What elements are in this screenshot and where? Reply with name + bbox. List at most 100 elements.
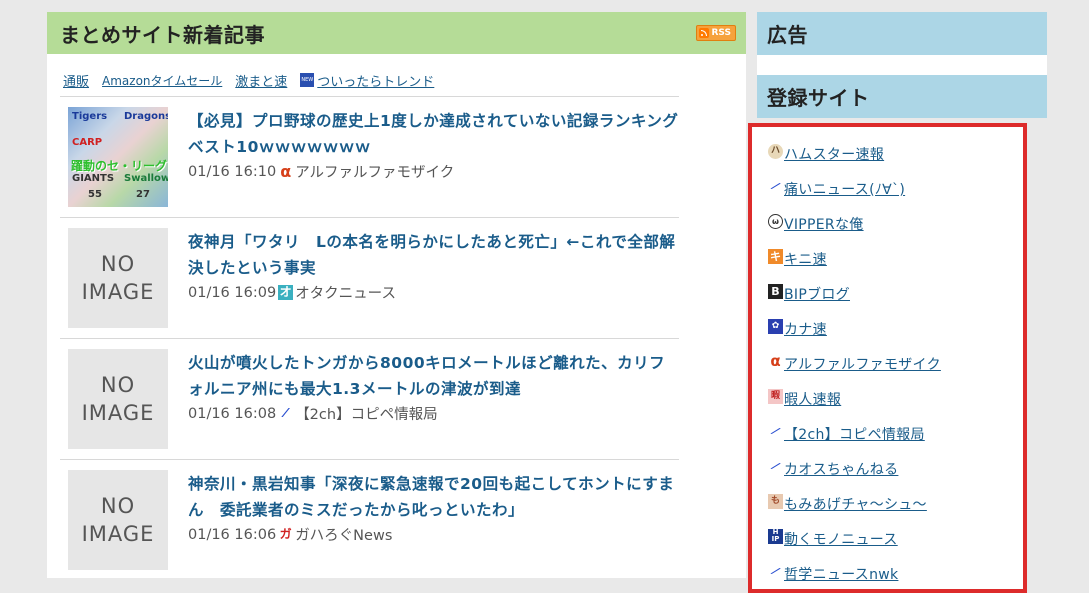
thumb-text: GIANTS — [72, 173, 115, 184]
site-item-kinisoku: キ キニ速 — [768, 249, 1023, 284]
noimage-text: NO — [100, 252, 136, 276]
registered-sites-box: ハ ハムスター速報 ⁄ 痛いニュース(ﾉ∀`) ω VIPPERな俺 キ キニ速… — [748, 123, 1027, 593]
article-meta: 01/16 16:09 オ オタクニュース — [188, 282, 679, 303]
kini-icon: キ — [768, 249, 783, 264]
site-link[interactable]: アルファルファモザイク — [784, 354, 941, 374]
thumb-text: 27 — [136, 189, 150, 200]
hamster-icon: ハ — [768, 144, 783, 159]
alpha-icon: α — [280, 162, 292, 181]
site-item-vipper: ω VIPPERな俺 — [768, 214, 1023, 249]
site-item-copipe: ⁄ 【2ch】コピペ情報局 — [768, 424, 1023, 459]
ad-area — [757, 55, 1047, 75]
article-title[interactable]: 夜神月「ワタリ Lの本名を明らかにしたあと死亡」←これで全部解決したという事実 — [188, 229, 679, 281]
article-source[interactable]: 【2ch】コピペ情報局 — [295, 403, 437, 424]
link-twitter-trend[interactable]: ついったらトレンド — [317, 71, 434, 90]
article-title[interactable]: 神奈川・黒岩知事「深夜に緊急速報で20回も起こしてホントにすまん 委託業者のミス… — [188, 471, 679, 523]
article-body: 【必見】プロ野球の歴史上1度しか達成されていない記録ランキングベスト10ｗｗｗｗ… — [188, 107, 679, 217]
article-meta: 01/16 16:10 α アルファルファモザイク — [188, 161, 679, 182]
site-item-alfalfa: α アルファルファモザイク — [768, 354, 1023, 389]
link-tsuhan[interactable]: 通販 — [63, 71, 89, 90]
thumb-text: Dragons — [124, 111, 168, 122]
face-icon: ω — [768, 214, 783, 229]
article-date: 01/16 16:10 — [188, 163, 277, 180]
feather-icon: ⁄ — [772, 180, 779, 193]
momiage-icon: も — [768, 494, 783, 509]
site-link[interactable]: 【2ch】コピペ情報局 — [784, 424, 925, 444]
site-item-tetsugaku: ⁄ 哲学ニュースnwk — [768, 564, 1023, 589]
site-item-bip: B BIPブログ — [768, 284, 1023, 319]
site-link[interactable]: VIPPERな俺 — [784, 214, 864, 234]
site-link[interactable]: 暇人速報 — [784, 389, 841, 409]
otaku-news-icon: オ — [278, 285, 294, 300]
article-item: NO IMAGE 夜神月「ワタリ Lの本名を明らかにしたあと死亡」←これで全部解… — [60, 217, 679, 338]
site-link[interactable]: 動くモノニュース — [784, 529, 898, 549]
site-link[interactable]: キニ速 — [784, 249, 827, 269]
rss-icon — [698, 28, 709, 38]
link-gekimatosoku[interactable]: 激まと速 — [235, 71, 287, 90]
site-link[interactable]: 痛いニュース(ﾉ∀`) — [784, 179, 905, 199]
article-body: 神奈川・黒岩知事「深夜に緊急速報で20回も起こしてホントにすまん 委託業者のミス… — [188, 470, 679, 578]
no-image-thumbnail[interactable]: NO IMAGE — [68, 470, 168, 570]
article-date: 01/16 16:08 — [188, 405, 277, 422]
feather-icon: ⁄ — [772, 460, 779, 473]
thumb-caption: 躍動のセ・リーグ — [71, 159, 168, 173]
article-title[interactable]: 【必見】プロ野球の歴史上1度しか達成されていない記録ランキングベスト10ｗｗｗｗ… — [188, 108, 679, 160]
thumb-text: Tigers — [72, 111, 108, 122]
site-link[interactable]: カナ速 — [784, 319, 827, 339]
article-title[interactable]: 火山が噴火したトンガから8000キロメートルほど離れた、カリフォルニア州にも最大… — [188, 350, 679, 402]
site-link[interactable]: 哲学ニュースnwk — [784, 564, 898, 584]
site-item-hamster: ハ ハムスター速報 — [768, 144, 1023, 179]
article-date: 01/16 16:06 — [188, 526, 277, 543]
paw-icon: ✿ — [768, 319, 783, 334]
noimage-text: IMAGE — [81, 401, 155, 425]
alpha-icon: α — [770, 352, 781, 370]
article-date: 01/16 16:09 — [188, 284, 277, 301]
site-link[interactable]: BIPブログ — [784, 284, 850, 304]
article-meta: 01/16 16:06 ガ ガハろぐNews — [188, 524, 679, 545]
registered-sites-heading: 登録サイト — [757, 75, 1047, 118]
gaharog-icon: ガ — [279, 527, 292, 541]
link-amazon-timesale[interactable]: Amazonタイムセール — [102, 72, 222, 89]
article-source[interactable]: オタクニュース — [295, 282, 396, 303]
article-source[interactable]: アルファルファモザイク — [295, 161, 454, 182]
article-item: NO IMAGE 神奈川・黒岩知事「深夜に緊急速報で20回も起こしてホントにすま… — [60, 459, 679, 578]
article-thumbnail[interactable]: Tigers CARP Dragons Swallows GIANTS 躍動のセ… — [68, 107, 168, 207]
rss-button[interactable]: RSS — [695, 25, 736, 41]
noimage-text: NO — [100, 373, 136, 397]
feather-icon: ⁄ — [772, 425, 779, 438]
article-item: NO IMAGE 火山が噴火したトンガから8000キロメートルほど離れた、カリフ… — [60, 338, 679, 459]
panel-title: まとめサイト新着記事 — [60, 22, 265, 47]
no-image-thumbnail[interactable]: NO IMAGE — [68, 228, 168, 328]
hip-icon: H IP — [768, 529, 783, 544]
site-link[interactable]: カオスちゃんねる — [784, 459, 898, 479]
site-item-chaos: ⁄ カオスちゃんねる — [768, 459, 1023, 494]
new-icon: NEW — [300, 73, 315, 87]
category-links: 通販 Amazonタイムセール 激まと速 NEW ついったらトレンド — [47, 64, 746, 96]
noimage-text: IMAGE — [81, 280, 155, 304]
site-link[interactable]: ハムスター速報 — [784, 144, 884, 164]
sidebar: 広告 登録サイト — [757, 12, 1047, 118]
registered-sites-list: ハ ハムスター速報 ⁄ 痛いニュース(ﾉ∀`) ω VIPPERな俺 キ キニ速… — [752, 127, 1023, 589]
bip-icon: B — [768, 284, 783, 299]
article-meta: 01/16 16:08 ⁄ 【2ch】コピペ情報局 — [188, 403, 679, 424]
article-source[interactable]: ガハろぐNews — [295, 524, 392, 545]
site-item-himajin: 暇 暇人速報 — [768, 389, 1023, 424]
rss-label: RSS — [711, 28, 732, 38]
feather-icon: ⁄ — [284, 406, 287, 420]
site-item-kanasoku: ✿ カナ速 — [768, 319, 1023, 354]
article-body: 火山が噴火したトンガから8000キロメートルほど離れた、カリフォルニア州にも最大… — [188, 349, 679, 459]
site-item-itai-news: ⁄ 痛いニュース(ﾉ∀`) — [768, 179, 1023, 214]
new-articles-panel: まとめサイト新着記事 RSS 通販 Amazonタイムセール 激まと速 NEW つ… — [47, 12, 746, 578]
site-link[interactable]: もみあげチャ～シュ～ — [784, 494, 927, 514]
article-list: Tigers CARP Dragons Swallows GIANTS 躍動のセ… — [60, 96, 679, 578]
no-image-thumbnail[interactable]: NO IMAGE — [68, 349, 168, 449]
feather-icon: ⁄ — [772, 565, 779, 578]
noimage-text: NO — [100, 494, 136, 518]
panel-header: まとめサイト新着記事 RSS — [47, 12, 746, 56]
thumb-text: Swallows — [124, 173, 168, 184]
himajin-icon: 暇 — [768, 389, 783, 404]
site-item-ugoku-mono: H IP 動くモノニュース — [768, 529, 1023, 564]
thumb-text: 55 — [88, 189, 102, 200]
article-body: 夜神月「ワタリ Lの本名を明らかにしたあと死亡」←これで全部解決したという事実 … — [188, 228, 679, 338]
site-item-momiage: も もみあげチャ～シュ～ — [768, 494, 1023, 529]
